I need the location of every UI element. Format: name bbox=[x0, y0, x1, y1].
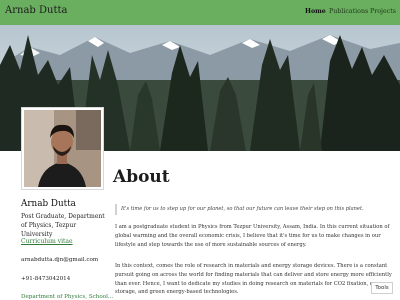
top-navbar: Arnab Dutta Home Publications Projects bbox=[0, 0, 400, 25]
phone-text: +91-8473042014 bbox=[21, 276, 71, 282]
email-text: arnabdutta.djn@gmail.com bbox=[21, 257, 99, 263]
site-brand[interactable]: Arnab Dutta bbox=[5, 5, 67, 16]
department-link[interactable]: Department of Physics, School... bbox=[21, 294, 113, 300]
tools-button[interactable]: Tools bbox=[371, 282, 393, 294]
about-paragraph-1: I am a postgraduate student in Physics f… bbox=[115, 224, 390, 248]
quote-text: It's time for us to step up for our plan… bbox=[121, 206, 364, 212]
cv-link[interactable]: Curriculum vitae bbox=[21, 238, 73, 245]
page-title: About bbox=[113, 167, 170, 187]
about-paragraph-2: In this context, comes the role of resea… bbox=[115, 263, 392, 296]
sidebar-role: Post Graduate, Department of Physics, Te… bbox=[21, 213, 105, 238]
nav-projects[interactable]: Projects bbox=[370, 8, 396, 15]
nav-home[interactable]: Home bbox=[305, 8, 326, 15]
quote-bar-decoration bbox=[115, 204, 117, 215]
profile-portrait-image bbox=[24, 110, 101, 187]
profile-photo bbox=[21, 107, 104, 190]
nav-publications[interactable]: Publications bbox=[329, 8, 368, 15]
sidebar-name: Arnab Dutta bbox=[21, 199, 76, 209]
